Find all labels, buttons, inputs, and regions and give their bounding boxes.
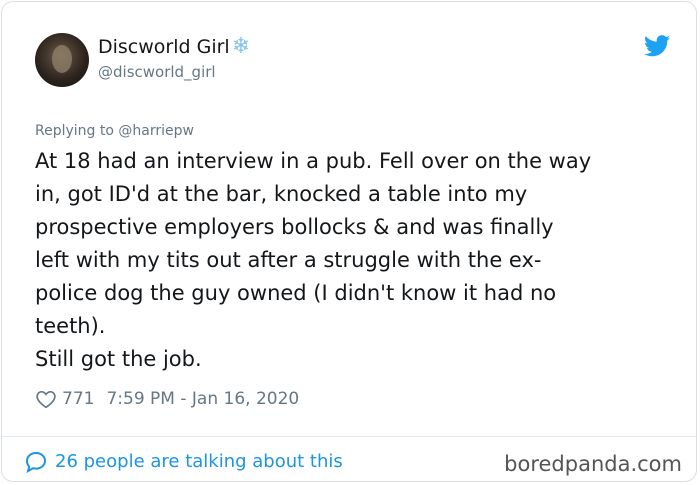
like-count[interactable]: 771	[62, 387, 94, 411]
tweet-line: in, got ID'd at the bar, knocked a table…	[35, 182, 528, 206]
tweet-meta: 771 7:59 PM - Jan 16, 2020	[35, 387, 299, 411]
tweet-line: Still got the job.	[35, 347, 202, 371]
display-name[interactable]: Discworld Girl❄	[98, 35, 250, 59]
watermark-text: boredpanda.com	[504, 452, 682, 476]
user-handle[interactable]: @discworld_girl	[98, 62, 216, 82]
conversation-label: 26 people are talking about this	[55, 451, 343, 472]
display-name-text: Discworld Girl	[98, 36, 230, 58]
tweet-timestamp[interactable]: 7:59 PM - Jan 16, 2020	[106, 387, 299, 411]
tweet-line: prospective employers bollocks & and was…	[35, 215, 554, 239]
divider	[2, 436, 696, 437]
twitter-bird-icon[interactable]	[644, 35, 670, 57]
tweet-line: teeth).	[35, 314, 106, 338]
snowflake-emoji: ❄	[231, 34, 251, 59]
tweet-card: Discworld Girl❄ @discworld_girl Replying…	[1, 1, 697, 482]
replying-to[interactable]: Replying to @harriepw	[35, 122, 194, 140]
tweet-text: At 18 had an interview in a pub. Fell ov…	[35, 145, 675, 376]
tweet-line: police dog the guy owned (I didn't know …	[35, 281, 557, 305]
speech-bubble-icon	[25, 451, 47, 474]
avatar[interactable]	[35, 33, 89, 87]
tweet-line: At 18 had an interview in a pub. Fell ov…	[35, 149, 592, 173]
avatar-face	[52, 45, 72, 73]
conversation-link[interactable]: 26 people are talking about this	[24, 450, 343, 474]
tweet-line: left with my tits out after a struggle w…	[35, 248, 542, 272]
heart-icon[interactable]	[35, 388, 57, 410]
